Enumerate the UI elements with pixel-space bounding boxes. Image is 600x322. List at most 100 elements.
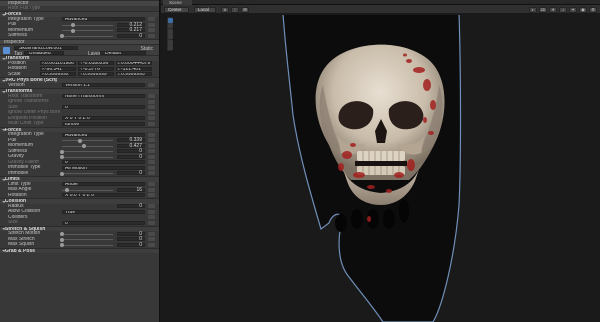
view-2d-toggle[interactable]: 2D: [539, 6, 547, 13]
rect-tool-icon[interactable]: [167, 39, 173, 45]
physbone-row-override-icon[interactable]: [148, 154, 155, 159]
camera-settings-icon[interactable]: ◉: [579, 6, 587, 13]
physbone-row-value[interactable]: X 0.0 Y 0 Z 0: [62, 193, 145, 198]
gameobject-icon: [3, 47, 10, 54]
transform-z-value: 0.000444579: [121, 61, 151, 66]
transform-y-value: -0.3776: [83, 66, 100, 71]
physbone-row-slider-track[interactable]: [62, 173, 113, 174]
physbone-row-value[interactable]: 0: [117, 236, 145, 242]
forces-top-row-override-icon[interactable]: [148, 28, 155, 33]
forces-top-row-slider-track[interactable]: [62, 35, 113, 37]
transform-y-field[interactable]: Y 0.9999999: [78, 72, 114, 77]
physbone-row-override-icon[interactable]: [148, 171, 155, 176]
viewport[interactable]: [161, 15, 600, 322]
transform-y-value: -0.0180296: [83, 61, 109, 66]
physbone-row-slider-track[interactable]: [62, 189, 113, 191]
physbone-row-override-icon[interactable]: [148, 121, 155, 126]
transform-x-value: 0.9999992: [45, 72, 69, 77]
gizmos-icon[interactable]: ⚙: [589, 6, 597, 13]
physbone-row-value[interactable]: 0: [117, 203, 145, 209]
transform-z-field[interactable]: Z 0.9999995: [116, 72, 152, 77]
physbone-section[interactable]: Grab & Pose: [0, 247, 159, 253]
scene-view: Scene Center Local # ⋮ ⊞ ◐ 2D ☀ ♪ ✦ ◉ ⚙: [161, 0, 600, 322]
physbone-row-override-icon[interactable]: [148, 105, 155, 110]
snap-toggle-icon[interactable]: ⊞: [241, 6, 249, 13]
forces-top-row-override-icon[interactable]: [148, 22, 155, 27]
transform-x-field[interactable]: X 0.9999992: [40, 72, 76, 77]
scene-tools-overlay: [166, 16, 173, 52]
physbone-row-slider-track[interactable]: [62, 151, 113, 152]
forces-top-row-value[interactable]: Advanced: [62, 17, 145, 22]
transform-z-field[interactable]: Z 0.000444579: [116, 61, 152, 66]
hand-tool-icon[interactable]: [167, 17, 173, 23]
space-dropdown[interactable]: Local: [194, 6, 216, 13]
physbone-row-value[interactable]: X 0 Y 0 Z 0: [62, 116, 145, 121]
effects-toggle-icon[interactable]: ✦: [569, 6, 577, 13]
transform-z-value: 0.9999995: [121, 72, 145, 77]
physbone-row-value[interactable]: 0: [117, 242, 145, 247]
physbone-row-value[interactable]: Angle: [62, 182, 145, 187]
transform-tool-icon[interactable]: [167, 45, 173, 50]
physbone-row-value[interactable]: 0: [62, 105, 145, 110]
physbone-row-override-icon[interactable]: [148, 182, 155, 187]
physbone-row-override-icon[interactable]: [148, 193, 155, 198]
physbone-row-value[interactable]: 0: [62, 220, 145, 225]
transform-x-field[interactable]: X -90.541: [40, 66, 76, 71]
physbone-row-override-icon[interactable]: [148, 215, 155, 220]
physbone-row-value[interactable]: 0: [62, 160, 145, 165]
physbone-version-override-icon[interactable]: [148, 83, 155, 88]
physbone-row-value[interactable]: 0: [117, 148, 145, 154]
physbone-row-override-icon[interactable]: [148, 116, 155, 121]
physbone-row-slider-track[interactable]: [62, 244, 113, 246]
grid-snap-icon[interactable]: #: [221, 6, 229, 13]
physbone-version-value[interactable]: Version 1.1: [62, 83, 145, 88]
forces-top-row-slider-track[interactable]: [62, 24, 113, 26]
transform-y-field[interactable]: Y -0.0180296: [78, 61, 114, 66]
forces-top-row-slider-track[interactable]: [62, 30, 113, 31]
physbone-row-override-icon[interactable]: [148, 204, 155, 209]
physbone-row-slider-track[interactable]: [62, 145, 113, 147]
transform-y-field[interactable]: Y -0.3776: [78, 66, 114, 71]
physbone-row-override-icon[interactable]: [148, 242, 155, 247]
snap-increment-icon[interactable]: ⋮: [231, 6, 239, 13]
physbone-row-slider-track[interactable]: [62, 233, 113, 235]
audio-toggle-icon[interactable]: ♪: [559, 6, 567, 13]
physbone-row-override-icon[interactable]: [148, 143, 155, 148]
pivot-dropdown[interactable]: Center: [164, 6, 189, 13]
physbone-row-slider-track[interactable]: [62, 156, 113, 158]
physbone-row-override-icon[interactable]: [148, 132, 155, 137]
physbone-row-value[interactable]: Ignore: [62, 121, 145, 126]
move-tool-icon[interactable]: [167, 23, 173, 28]
physbone-row-override-icon[interactable]: [148, 110, 155, 115]
forces-top-row-override-icon[interactable]: [148, 33, 155, 38]
physbone-row-override-icon[interactable]: [148, 209, 155, 214]
physbone-row-slider-track[interactable]: [62, 140, 113, 141]
lighting-toggle-icon[interactable]: ☀: [549, 6, 557, 13]
physbone-row-override-icon[interactable]: [148, 99, 155, 104]
forces-top-row-value[interactable]: 0: [117, 33, 145, 38]
physbone-row-value[interactable]: True: [62, 209, 145, 214]
transform-x-field[interactable]: X 0.001101986: [40, 61, 76, 66]
rotate-tool-icon[interactable]: [167, 28, 173, 34]
physbone-row-override-icon[interactable]: [148, 187, 155, 192]
physbone-row-slider-track[interactable]: [62, 239, 113, 240]
scale-tool-icon[interactable]: [167, 34, 173, 39]
physbone-row-override-icon[interactable]: [148, 138, 155, 143]
transform-z-field[interactable]: Z -121.401: [116, 66, 152, 71]
physbone-row-override-icon[interactable]: [148, 94, 155, 99]
forces-top-row-override-icon[interactable]: [148, 17, 155, 22]
gizmo-toggle-icon[interactable]: ◐: [529, 6, 537, 13]
physbone-row-override-icon[interactable]: [148, 231, 155, 236]
physbone-row-override-icon[interactable]: [148, 160, 155, 165]
physbone-row-value[interactable]: 0.339: [117, 137, 145, 143]
physbone-row-override-icon[interactable]: [148, 165, 155, 170]
physbone-row-value[interactable]: All Motion: [62, 165, 145, 170]
forces-top-row-value[interactable]: 0.217: [117, 27, 145, 33]
physbone-row-value[interactable]: 0: [117, 170, 145, 176]
physbone-row-override-icon[interactable]: [148, 149, 155, 154]
physbone-row-override-icon[interactable]: [148, 220, 155, 225]
physbone-row-value[interactable]: 0: [117, 154, 145, 159]
physbone-row-override-icon[interactable]: [148, 237, 155, 242]
physbone-row-value[interactable]: 16: [117, 187, 145, 192]
physbone-row-value[interactable]: None (Transform): [62, 94, 145, 99]
